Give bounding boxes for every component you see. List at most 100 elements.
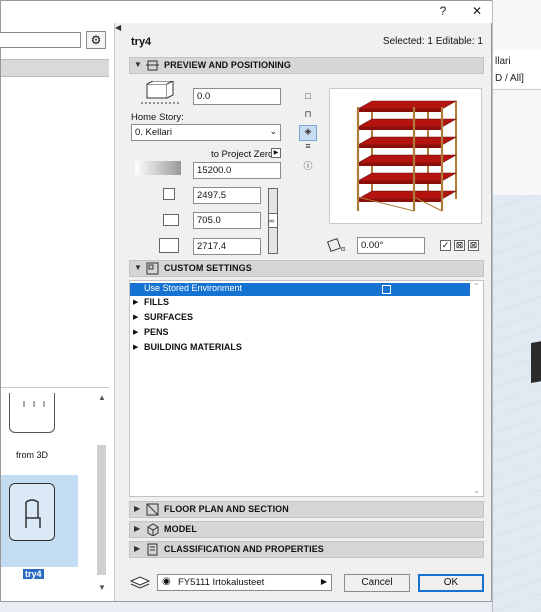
section-custom-settings[interactable]: ▼ CUSTOM SETTINGS [129, 260, 484, 277]
library-item-thumbnail-try4[interactable] [1, 475, 78, 567]
parameters-view-button[interactable]: ≡ [299, 141, 317, 157]
square-icon: □ [305, 91, 311, 101]
section-label: CUSTOM SETTINGS [164, 263, 252, 273]
project-zero-field[interactable]: 15200.0 [193, 162, 281, 179]
scroll-down-icon[interactable]: ▼ [98, 583, 106, 592]
section-label: FLOOR PLAN AND SECTION [164, 504, 289, 514]
object-thumbnail-icon [23, 401, 45, 407]
cube-icon: ◈ [304, 126, 312, 136]
panel-collapse-arrow[interactable]: ◀ [115, 23, 121, 32]
height-field[interactable]: 2717.4 [193, 238, 261, 255]
scroll-down-icon[interactable]: ⌄ [473, 486, 480, 495]
close-button[interactable]: ✕ [467, 4, 487, 20]
elevation-box-icon [137, 80, 181, 107]
play-arrow-icon: ▶ [273, 150, 279, 156]
section-label: CLASSIFICATION AND PROPERTIES [164, 544, 324, 554]
project-zero-elevation-icon [135, 161, 181, 175]
section-view-button[interactable]: ⊓ [299, 109, 317, 125]
home-story-dropdown[interactable]: 0. Kellari ⌄ [131, 124, 281, 141]
height-icon [159, 238, 179, 253]
chevron-right-icon: ▶ [320, 577, 327, 586]
mirror-checkbox[interactable]: ✓ [440, 240, 451, 251]
document-chair-icon [9, 483, 55, 541]
library-item-thumbnail-from-3d[interactable] [9, 393, 55, 433]
classification-icon [147, 543, 158, 556]
shelving-unit-preview [356, 100, 458, 212]
section-label: PREVIEW AND POSITIONING [164, 60, 291, 70]
object-settings-dialog: ? ✕ ⚙ from 3D try4 ▲ ▼ ◀ try4 Selected: … [0, 0, 492, 602]
collapsed-arrow-icon: ▶ [133, 299, 139, 306]
cs-row-surfaces[interactable]: ▶ SURFACES [130, 312, 470, 325]
gear-icon: ⚙ [90, 33, 102, 47]
library-scrollbar[interactable]: ▲ ▼ [97, 391, 107, 596]
expanded-arrow-icon: ▼ [134, 60, 142, 69]
ok-button[interactable]: OK [418, 574, 484, 592]
svg-text:α: α [341, 246, 345, 253]
custom-settings-list: Use Stored Environment ▶ FILLS ▶ SURFACE… [129, 280, 484, 497]
rotation-angle-icon: α [326, 237, 351, 253]
cs-row-use-stored-environment[interactable]: Use Stored Environment [130, 283, 470, 296]
cs-row-fills[interactable]: ▶ FILLS [130, 297, 470, 310]
depth-field[interactable]: 705.0 [193, 212, 261, 229]
elevation-field[interactable]: 0.0 [193, 88, 281, 105]
lock-proportions-button[interactable]: ∞ [268, 213, 278, 228]
cs-row-label: FILLS [144, 297, 169, 307]
scroll-up-icon[interactable]: ⌃ [473, 282, 480, 291]
library-search-input[interactable] [0, 32, 81, 48]
object-3d-preview [329, 88, 482, 224]
width-icon [163, 188, 175, 200]
project-zero-toggle-button[interactable]: ▶ [271, 148, 281, 158]
shelf-board-edge [358, 145, 442, 148]
scroll-up-icon[interactable]: ▲ [98, 393, 106, 402]
floor-plan-icon [146, 503, 159, 516]
rotation-field[interactable]: 0.00° [357, 237, 425, 254]
info-button[interactable]: ⓘ [299, 159, 317, 175]
cancel-button[interactable]: Cancel [344, 574, 410, 592]
cs-row-building-materials[interactable]: ▶ BUILDING MATERIALS [130, 342, 470, 355]
plan-view-button[interactable]: □ [299, 91, 317, 107]
elevation-icon: ⊓ [304, 109, 312, 119]
mirror-x-button[interactable]: ⊠ [454, 240, 465, 251]
section-model[interactable]: ▶ MODEL [129, 521, 484, 538]
background-3d-grid [493, 195, 541, 612]
section-label: MODEL [164, 524, 197, 534]
background-text-1: llari [495, 56, 511, 67]
layer-value: FY5111 Irtokalusteet [178, 577, 265, 588]
width-field[interactable]: 2497.5 [193, 187, 261, 204]
custom-settings-scrollbar[interactable]: ⌃ ⌄ [471, 281, 483, 496]
help-button[interactable]: ? [433, 4, 453, 20]
section-classification-and-properties[interactable]: ▶ CLASSIFICATION AND PROPERTIES [129, 541, 484, 558]
collapsed-arrow-icon: ▶ [134, 504, 141, 513]
expanded-arrow-icon: ▼ [134, 263, 142, 272]
shelf-board-edge [358, 127, 442, 130]
model-cube-icon [147, 523, 159, 536]
cs-row-pens[interactable]: ▶ PENS [130, 327, 470, 340]
info-icon: ⓘ [303, 161, 313, 171]
library-folder-bar[interactable] [1, 59, 109, 77]
dialog-footer: ◉ FY5111 Irtokalusteet ▶ Cancel OK [123, 569, 492, 599]
selection-info: Selected: 1 Editable: 1 [382, 36, 483, 47]
mirror-y-icon: ⊠ [469, 240, 478, 250]
scroll-thumb[interactable] [97, 445, 106, 575]
layer-dropdown[interactable]: ◉ FY5111 Irtokalusteet ▶ [157, 574, 332, 591]
object-title: try4 [131, 36, 152, 48]
shelf-board-edge [358, 181, 442, 184]
library-panel: ⚙ from 3D try4 ▲ ▼ [0, 23, 115, 601]
custom-settings-icon [146, 262, 159, 275]
section-floor-plan-and-section[interactable]: ▶ FLOOR PLAN AND SECTION [129, 501, 484, 518]
3d-view-button[interactable]: ◈ [299, 125, 317, 141]
collapsed-arrow-icon: ▶ [134, 524, 141, 533]
collapsed-arrow-icon: ▶ [133, 329, 139, 336]
use-stored-environment-checkbox[interactable] [382, 285, 391, 294]
section-preview-positioning[interactable]: ▼ PREVIEW AND POSITIONING [129, 57, 484, 74]
eye-icon: ◉ [162, 576, 171, 587]
shelf-board-edge [358, 163, 442, 166]
mirror-y-button[interactable]: ⊠ [468, 240, 479, 251]
cs-row-label: BUILDING MATERIALS [144, 342, 242, 352]
background-text-2: D / All] [495, 73, 524, 84]
settings-main-area: try4 Selected: 1 Editable: 1 ▼ PREVIEW A… [123, 23, 492, 601]
shelf-board-edge [358, 109, 442, 112]
cs-row-label: SURFACES [144, 312, 194, 322]
home-story-value: 0. Kellari [135, 127, 172, 138]
search-options-button[interactable]: ⚙ [86, 31, 106, 49]
